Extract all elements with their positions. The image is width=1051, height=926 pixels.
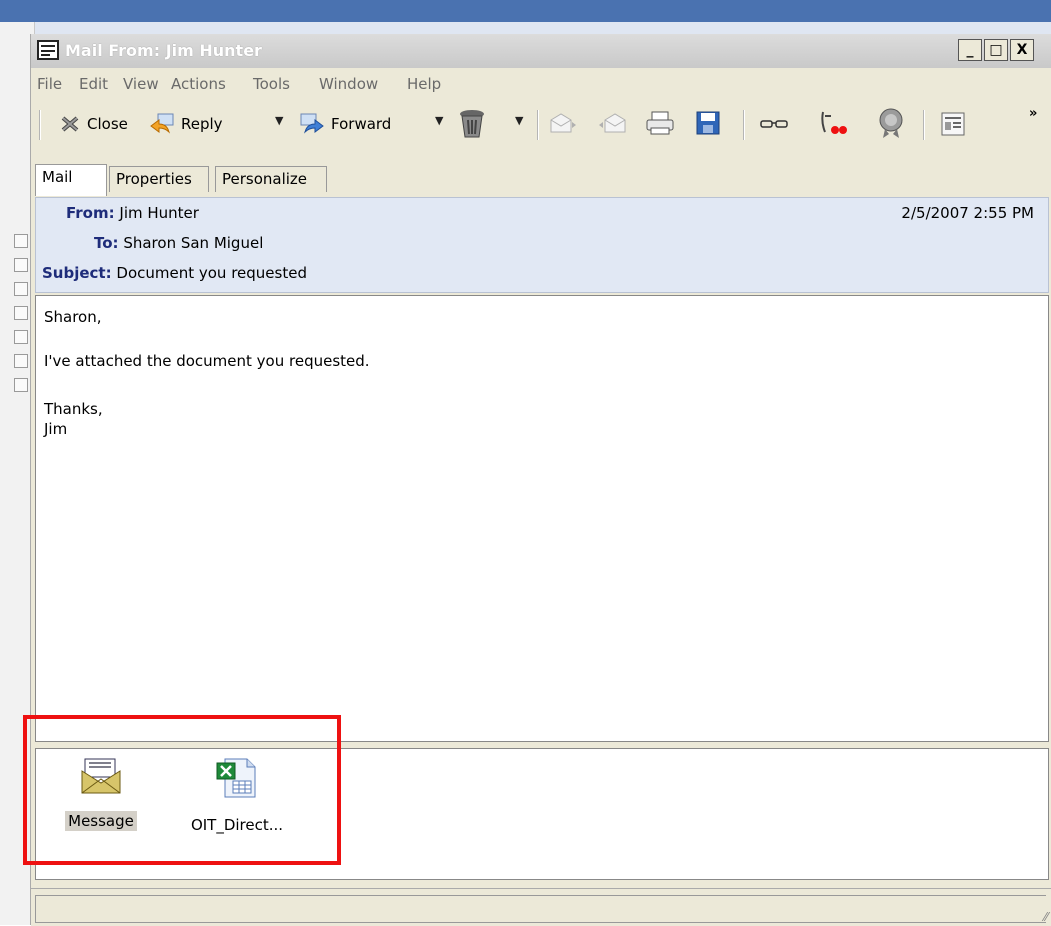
menu-window[interactable]: Window — [319, 75, 378, 93]
body-line: I've attached the document you requested… — [44, 352, 370, 370]
menu-bar: File Edit View Actions Tools Window Help — [31, 72, 1051, 98]
tab-personalize[interactable]: Personalize — [215, 166, 327, 192]
body-signature: Jim — [44, 420, 68, 438]
background-mail-icon — [14, 306, 28, 320]
tab-mail[interactable]: Mail — [35, 164, 107, 196]
reply-label: Reply — [181, 115, 223, 133]
close-label: Close — [87, 115, 128, 133]
forward-dropdown-arrow[interactable]: ▼ — [435, 114, 443, 127]
message-header: From: Jim Hunter To: Sharon San Miguel S… — [35, 197, 1049, 293]
subject-label: Subject: — [42, 264, 112, 282]
toolbar: Close Reply ▼ Forward ▼ ▼ » — [31, 100, 1051, 148]
to-row: To: Sharon San Miguel — [94, 234, 263, 252]
background-mail-icon — [14, 354, 28, 368]
delete-dropdown-arrow[interactable]: ▼ — [515, 114, 523, 127]
toolbar-overflow-chevron[interactable]: » — [1029, 106, 1037, 121]
reply-icon — [150, 113, 174, 134]
menu-help[interactable]: Help — [407, 75, 441, 93]
close-icon — [61, 116, 79, 132]
window-title: Mail From: Jim Hunter — [65, 41, 262, 60]
date-sent: 2/5/2007 2:55 PM — [901, 204, 1034, 222]
menu-actions[interactable]: Actions — [171, 75, 226, 93]
background-mail-icon — [14, 282, 28, 296]
menu-edit[interactable]: Edit — [79, 75, 108, 93]
previous-message-icon[interactable] — [597, 112, 627, 136]
toolbar-grip — [39, 110, 41, 140]
save-icon[interactable] — [695, 110, 721, 136]
highlight-annotation-box — [23, 715, 341, 865]
view-options-icon[interactable] — [939, 110, 967, 138]
background-mail-icon — [14, 234, 28, 248]
digital-signature-icon[interactable] — [817, 108, 849, 138]
toolbar-separator — [923, 110, 925, 140]
security-seal-icon[interactable] — [875, 106, 907, 140]
subject-row: Subject: Document you requested — [42, 264, 307, 282]
minimize-button[interactable]: _ — [958, 39, 982, 61]
body-closing: Thanks, — [44, 400, 103, 418]
tab-strip: Mail Properties Personalize — [31, 164, 1051, 196]
reply-button[interactable]: Reply — [149, 110, 223, 138]
menu-tools[interactable]: Tools — [253, 75, 290, 93]
forward-label: Forward — [331, 115, 392, 133]
from-label: From: — [66, 204, 115, 222]
background-mail-icon — [14, 258, 28, 272]
delete-trash-icon[interactable] — [457, 108, 487, 140]
toolbar-separator — [537, 110, 539, 140]
background-mail-icon — [14, 330, 28, 344]
status-panel — [35, 895, 1046, 923]
reply-dropdown-arrow[interactable]: ▼ — [275, 114, 283, 127]
maximize-button[interactable]: □ — [984, 39, 1008, 61]
menu-view[interactable]: View — [123, 75, 159, 93]
to-value[interactable]: Sharon San Miguel — [123, 234, 263, 252]
tab-properties[interactable]: Properties — [109, 166, 209, 192]
mail-window: Mail From: Jim Hunter _ □ X File Edit Vi… — [23, 34, 1051, 926]
resize-grip-icon[interactable]: ⁄⁄ — [1044, 910, 1048, 924]
subject-value: Document you requested — [116, 264, 307, 282]
forward-button[interactable]: Forward — [299, 110, 391, 138]
menu-file[interactable]: File — [37, 75, 62, 93]
print-icon[interactable] — [645, 110, 675, 136]
reading-glasses-icon[interactable] — [759, 114, 789, 134]
forward-icon — [300, 113, 324, 134]
to-label: To: — [94, 234, 119, 252]
from-value[interactable]: Jim Hunter — [119, 204, 199, 222]
background-mail-icon — [14, 378, 28, 392]
status-bar: ⁄⁄ — [31, 888, 1051, 926]
close-window-button[interactable]: X — [1010, 39, 1034, 61]
close-button[interactable]: Close — [59, 110, 128, 138]
mail-window-icon — [37, 40, 59, 60]
desktop-top-bar — [0, 0, 1051, 22]
next-message-icon[interactable] — [549, 112, 577, 136]
title-bar[interactable]: Mail From: Jim Hunter _ □ X — [31, 34, 1051, 68]
body-greeting: Sharon, — [44, 308, 102, 326]
message-body[interactable]: Sharon, I've attached the document you r… — [35, 295, 1049, 742]
from-row: From: Jim Hunter — [66, 204, 199, 222]
toolbar-separator — [743, 110, 745, 140]
